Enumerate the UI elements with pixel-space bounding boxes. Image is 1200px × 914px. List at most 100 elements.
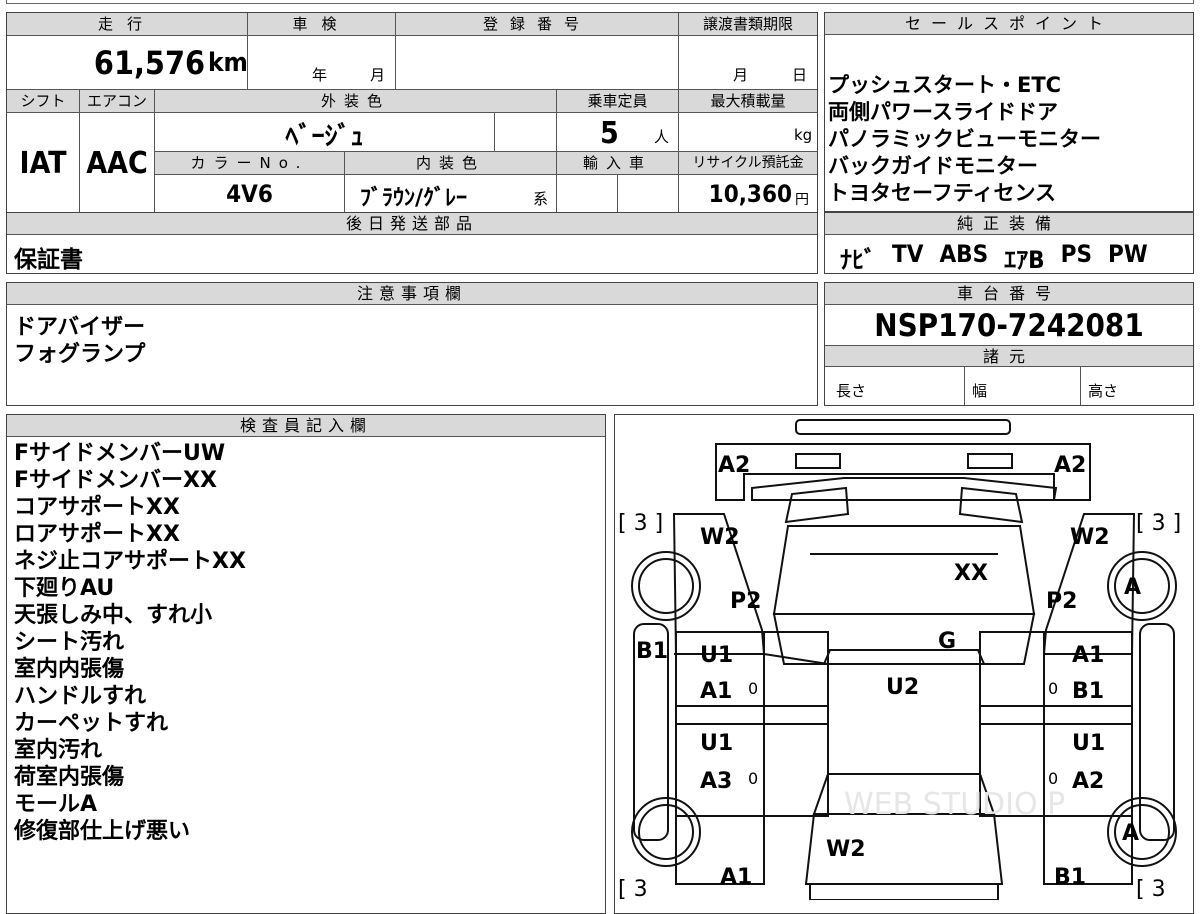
inspector-item: ハンドルすれ [14,684,147,709]
aircon-value: AAC [86,146,148,181]
mileage-unit: km [208,48,248,78]
mark-p2-right: P2 [1046,589,1077,614]
inspector-item: ネジ止コアサポートXX [14,549,246,574]
exterior-color-value: ﾍﾞｰｼﾞｭ [285,122,364,152]
interior-color-value: ﾌﾞﾗｳﾝ/ｸﾞﾚｰ [360,186,468,211]
roof-shape [772,613,1036,665]
chassis-header: 車台番号 [825,283,1193,305]
mark-g-center: G [938,629,956,654]
sales-point-item: パノラミックビューモニター [828,127,1101,151]
inspector-item: 修復部仕上げ悪い [14,819,191,844]
right-sill-shape [1139,623,1175,841]
top-clipped-strip [6,0,1194,4]
notes-header: 注意事項欄 [7,283,817,305]
car-diagram: WEB STUDIO P A2 A2 [ 3 ] [ 3 ] W2 W2 XX … [618,419,1181,900]
chassis-number: NSP170-7242081 [874,308,1144,344]
inspection-header: 車検 [248,13,395,35]
equipment-item: PW [1108,240,1148,268]
exterior-color-header: 外装色 [155,90,556,112]
inspector-item: コアサポートXX [14,495,180,520]
equipment-item: ﾅﾋﾞ [840,246,876,274]
inspector-item: ロアサポートXX [14,522,180,547]
capacity-value: 5 [600,116,619,151]
color-no-header: カラーNo. [155,152,344,174]
front-end-shape [715,443,1091,501]
mark-p2-left: P2 [730,589,761,614]
hood-shape [751,477,1058,501]
inspector-item: 天張しみ中、すれ小 [14,603,213,628]
inspector-list: FサイドメンバーUW FサイドメンバーXX コアサポートXX ロアサポートXX … [14,440,246,845]
sales-points-header: セールスポイント [825,13,1193,35]
inspector-item: カーペットすれ [14,711,169,736]
spec-height-label: 高さ [1088,382,1119,400]
mark-a3-left: A3 [700,769,732,794]
equipment-list: ﾅﾋﾞ TV ABS ｴｱB PS PW [840,240,1148,275]
color-no-value: 4V6 [226,180,273,208]
notes-list: ドアバイザー フォグランプ [14,314,145,368]
note-item: ドアバイザー [14,315,146,340]
mark-zero-1: 0 [748,679,758,698]
mark-bracket-tr: [ 3 ] [1136,511,1181,536]
mark-a-right-bottom: A [1122,821,1139,846]
mark-u2-center: U2 [886,675,919,700]
windshield-shape [772,525,1036,615]
inspector-item: 荷室内張傷 [14,765,125,790]
mark-zero-2: 0 [1048,679,1058,698]
right-front-door-shape [979,631,1133,725]
mark-w2-right: W2 [1070,525,1110,550]
equipment-item: TV [892,240,924,268]
inspection-year: 年 [312,66,328,84]
sales-points-list: プッシュスタート・ETC 両側パワースライドドア パノラミックビューモニター バ… [828,72,1101,207]
mark-a2-left: A2 [718,453,750,478]
watermark: WEB STUDIO P [844,787,1065,822]
inspection-month: 月 [370,66,386,84]
mileage-header: 走行 [7,13,247,35]
recycle-header: リサイクル預託金 [679,152,817,174]
specs-header: 諸元 [825,345,1193,367]
rear-bumper-shape [809,883,999,900]
shift-header: シフト [7,90,79,112]
equipment-header: 純正装備 [825,213,1193,235]
equipment-item: PS [1060,240,1092,268]
max-load-header: 最大積載量 [679,90,817,112]
right-headlight-shape [967,453,1013,469]
mark-w2-left: W2 [700,525,740,550]
mark-u1-left-bottom: U1 [700,731,733,756]
inspector-item: FサイドメンバーXX [14,468,217,493]
equipment-item: ｴｱB [1004,246,1045,274]
mark-bracket-bl: [ 3 [618,877,648,900]
later-shipping-header: 後日発送部品 [7,213,817,235]
right-front-wheel [1107,551,1177,621]
inspector-item: シート汚れ [14,630,125,655]
interior-color-suffix: 系 [533,190,549,208]
registration-header: 登録番号 [396,13,678,35]
sales-point-item: プッシュスタート・ETC [828,73,1062,97]
inspector-item: モールA [14,792,98,817]
mark-b1-right-bottom: B1 [1054,865,1086,890]
mark-u1-left-top: U1 [700,643,733,668]
aircon-header: エアコン [80,90,154,112]
mark-a2-right-bottom: A2 [1072,769,1104,794]
note-item: フォグランプ [14,342,146,367]
shift-value: IAT [19,146,67,181]
mark-bracket-tl: [ 3 ] [618,511,663,536]
mark-a1-left-bottom: A1 [720,865,752,890]
mark-a1-right-top: A1 [1072,643,1104,668]
recycle-value: 10,360 [708,180,792,208]
later-shipping-value: 保証書 [14,247,83,273]
left-headlight-shape [795,453,841,469]
inspector-item: 室内汚れ [14,738,103,763]
mark-a-right-top: A [1124,575,1141,600]
recycle-unit: 円 [795,192,809,208]
mark-zero-3: 0 [748,769,758,788]
transfer-deadline-header: 譲渡書類期限 [679,13,817,35]
mark-u1-right-bottom: U1 [1072,731,1105,756]
equipment-item: ABS [939,240,989,268]
front-bumper-shape [795,419,1011,435]
inspector-item: FサイドメンバーUW [14,441,226,466]
spec-width-label: 幅 [972,382,988,400]
capacity-unit: 人 [654,128,670,146]
capacity-header: 乗車定員 [557,90,678,112]
mark-b1-left: B1 [636,639,668,664]
left-front-wheel [631,551,701,621]
